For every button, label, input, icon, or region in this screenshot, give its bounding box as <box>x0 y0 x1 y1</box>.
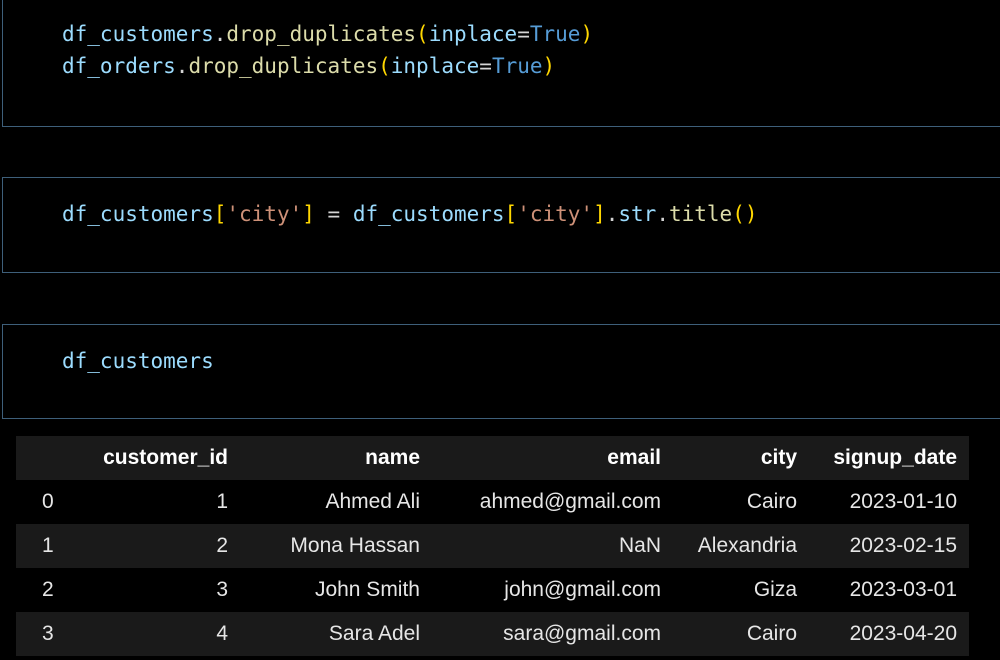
code-line: df_orders.drop_duplicates(inplace=True) <box>62 50 555 82</box>
cell-customer-id: 3 <box>216 578 228 601</box>
code-token: ] <box>593 202 606 226</box>
column-header: signup_date <box>833 446 957 469</box>
code-token: . <box>175 54 189 78</box>
table-header-row: customer_id name email city signup_date <box>16 436 969 480</box>
code-token: . <box>656 202 669 226</box>
cell-name: Mona Hassan <box>290 534 420 557</box>
code-token: True <box>491 54 543 78</box>
column-header: name <box>365 446 420 469</box>
code-token: ) <box>542 54 556 78</box>
code-token: = <box>517 22 530 46</box>
code-token: df_orders <box>62 54 176 78</box>
code-token: title <box>668 202 733 226</box>
cell-customer-id: 4 <box>216 622 228 645</box>
code-token: [ <box>213 202 227 226</box>
column-header: customer_id <box>103 446 228 469</box>
code-token: str <box>618 202 657 226</box>
code-line: df_customers.drop_duplicates(inplace=Tru… <box>62 18 593 50</box>
code-token: 'city' <box>517 202 594 226</box>
dataframe-output-table: customer_id name email city signup_date … <box>16 436 969 656</box>
code-token: True <box>529 22 581 46</box>
code-cell-1[interactable]: df_customers.drop_duplicates(inplace=Tru… <box>2 0 1000 127</box>
column-header: city <box>760 446 797 469</box>
code-token: 'city' <box>226 202 303 226</box>
code-token: [ <box>504 202 518 226</box>
cell-email: NaN <box>618 534 661 557</box>
row-index: 1 <box>42 534 54 557</box>
code-token: inplace <box>390 54 480 78</box>
cell-signup-date: 2023-04-20 <box>849 622 957 645</box>
cell-customer-id: 2 <box>216 534 228 557</box>
code-token: ) <box>580 22 594 46</box>
cell-email: ahmed@gmail.com <box>479 490 661 513</box>
cell-signup-date: 2023-03-01 <box>849 578 957 601</box>
code-cell-2[interactable]: df_customers['city'] = df_customers['cit… <box>2 177 1000 273</box>
code-token: . <box>605 202 619 226</box>
table-row: 3 4 Sara Adel sara@gmail.com Cairo 2023-… <box>16 612 969 656</box>
code-token: df_customers <box>62 202 214 226</box>
cell-signup-date: 2023-01-10 <box>849 490 957 513</box>
cell-email: sara@gmail.com <box>503 622 661 645</box>
code-token: df_customers <box>62 22 214 46</box>
cell-city: Cairo <box>746 490 797 513</box>
table-row: 1 2 Mona Hassan NaN Alexandria 2023-02-1… <box>16 524 969 568</box>
row-index: 3 <box>42 622 54 645</box>
code-token: inplace <box>428 22 518 46</box>
column-header: email <box>607 446 661 469</box>
row-index: 0 <box>42 490 54 513</box>
table-row: 0 1 Ahmed Ali ahmed@gmail.com Cairo 2023… <box>16 480 969 524</box>
cell-city: Giza <box>753 578 797 601</box>
cell-customer-id: 1 <box>216 490 228 513</box>
code-token: . <box>213 22 227 46</box>
table-row: 2 3 John Smith john@gmail.com Giza 2023-… <box>16 568 969 612</box>
code-token: drop_duplicates <box>188 54 379 78</box>
cell-city: Alexandria <box>697 534 797 557</box>
cell-name: John Smith <box>314 578 420 601</box>
code-line: df_customers <box>62 345 214 377</box>
code-token: ] <box>302 202 315 226</box>
code-cell-3[interactable]: df_customers <box>2 324 1000 419</box>
cell-email: john@gmail.com <box>504 578 661 601</box>
code-token: () <box>732 202 758 226</box>
code-token: df_customers <box>352 202 505 226</box>
index-header <box>16 436 82 480</box>
code-line: df_customers['city'] = df_customers['cit… <box>62 198 757 230</box>
code-token: = <box>314 202 353 226</box>
code-token: df_customers <box>62 349 214 373</box>
cell-city: Cairo <box>746 622 797 645</box>
cell-signup-date: 2023-02-15 <box>849 534 957 557</box>
code-token: ( <box>416 22 429 46</box>
cell-name: Ahmed Ali <box>325 490 420 513</box>
code-token: ( <box>378 54 391 78</box>
cell-name: Sara Adel <box>328 622 420 645</box>
row-index: 2 <box>42 578 54 601</box>
code-token: = <box>479 54 492 78</box>
code-token: drop_duplicates <box>226 22 417 46</box>
